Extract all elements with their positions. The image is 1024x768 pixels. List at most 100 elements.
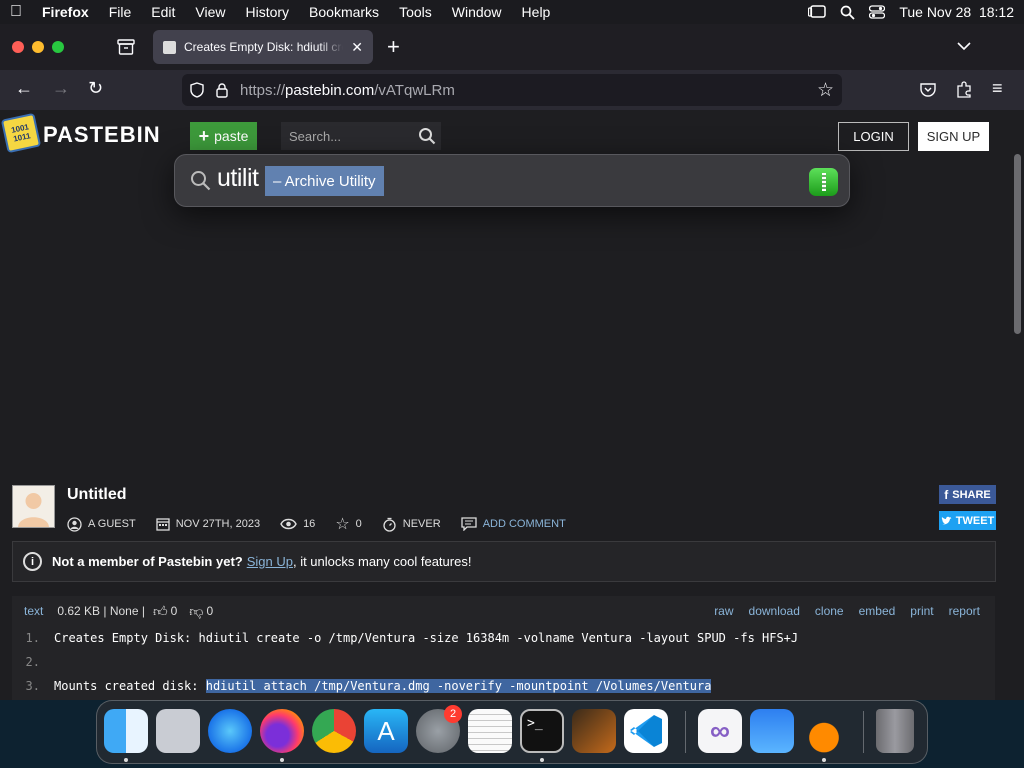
site-logo-text[interactable]: PASTEBIN (43, 122, 161, 148)
menu-bookmarks[interactable]: Bookmarks (299, 4, 389, 20)
back-icon[interactable]: ← (15, 78, 33, 99)
close-tab-icon[interactable]: ✕ (351, 39, 363, 56)
line-number: 3. (25, 679, 40, 693)
code-panel: text 0.62 KB | None | 👍︎ 0 👎︎ 0 raw down… (12, 596, 995, 700)
lock-icon[interactable] (216, 82, 228, 98)
paste-author[interactable]: A GUEST (88, 518, 136, 530)
spotlight-autocomplete: – Archive Utility (265, 166, 384, 196)
forward-icon[interactable]: → (52, 78, 70, 99)
running-indicator (822, 758, 826, 762)
archive-utility-icon[interactable] (809, 168, 838, 196)
menu-clock[interactable]: Tue Nov 28 18:12 (899, 4, 1014, 20)
syntax-format[interactable]: text (24, 604, 43, 618)
code-text: Mounts created disk: (54, 679, 206, 693)
vscode-logo-icon (630, 715, 662, 747)
facebook-icon: f (944, 487, 949, 502)
url-domain: pastebin.com (285, 81, 375, 99)
textedit-icon[interactable] (468, 709, 512, 753)
list-all-tabs-icon[interactable] (957, 41, 971, 51)
app-menu-icon[interactable]: ≡ (992, 78, 1003, 99)
spotlight-search-bar[interactable]: utilit – Archive Utility (174, 154, 850, 207)
notice-signup-link[interactable]: Sign Up (247, 554, 293, 569)
extensions-icon[interactable] (956, 81, 972, 98)
print-link[interactable]: print (910, 604, 933, 618)
spotlight-magnifier-icon (191, 171, 211, 191)
add-comment-link[interactable]: ADD COMMENT (483, 518, 566, 530)
menu-tools[interactable]: Tools (389, 4, 442, 20)
code-line[interactable]: 2. (12, 650, 995, 674)
installer-icon[interactable] (802, 709, 846, 753)
new-tab-icon[interactable]: + (387, 34, 400, 60)
menu-app-firefox[interactable]: Firefox (32, 4, 99, 20)
thumbs-up-icon[interactable]: 👍︎ (153, 603, 168, 620)
finder-icon[interactable] (104, 709, 148, 753)
tab-bar: Creates Empty Disk: hdiutil crea ✕ + (0, 24, 1024, 70)
tracking-shield-icon[interactable] (190, 82, 204, 98)
calendar-icon (156, 518, 170, 531)
tweet-label: TWEET (955, 514, 995, 527)
page-scrollbar[interactable] (1014, 154, 1021, 334)
pastebin-logo-icon[interactable]: 1001 1011 (0, 112, 42, 154)
code-line[interactable]: 1. Creates Empty Disk: hdiutil create -o… (12, 626, 995, 650)
system-settings-icon[interactable]: 2 (416, 705, 462, 753)
vscode-icon[interactable] (624, 709, 668, 753)
search-icon[interactable] (418, 127, 436, 145)
signup-button[interactable]: SIGN UP (918, 122, 989, 151)
share-facebook-button[interactable]: f SHARE (939, 485, 996, 504)
reload-icon[interactable]: ↻ (88, 78, 103, 99)
safari-icon[interactable] (208, 709, 252, 753)
download-link[interactable]: download (749, 604, 800, 618)
zipper-icon (821, 173, 826, 191)
trash-icon[interactable] (876, 709, 914, 753)
running-indicator (540, 758, 544, 762)
minimize-window-button[interactable] (32, 41, 44, 53)
app-store-icon[interactable]: A (364, 709, 408, 753)
info-icon: i (23, 552, 42, 571)
firefox-view-icon[interactable] (117, 39, 135, 55)
new-paste-button[interactable]: + paste (190, 122, 257, 150)
site-search-placeholder: Search... (289, 128, 342, 144)
zoom-window-button[interactable] (52, 41, 64, 53)
embed-link[interactable]: embed (859, 604, 896, 618)
line-number: 1. (25, 631, 40, 645)
launchpad-icon[interactable] (156, 709, 200, 753)
spotlight-search-icon[interactable] (840, 5, 855, 20)
login-button[interactable]: LOGIN (838, 122, 909, 151)
firefox-icon[interactable] (260, 709, 304, 753)
code-text: Creates Empty Disk: hdiutil create -o /t… (54, 631, 799, 645)
eye-icon (280, 518, 297, 530)
pocket-icon[interactable] (920, 82, 936, 97)
star-icon[interactable]: ☆ (335, 514, 349, 534)
weather-icon[interactable] (750, 709, 794, 753)
share-twitter-button[interactable]: TWEET (939, 511, 996, 530)
report-link[interactable]: report (949, 604, 980, 618)
logo-badge-text: 1001 1011 (10, 122, 32, 144)
spotlight-query-input[interactable]: utilit (217, 164, 259, 193)
clone-link[interactable]: clone (815, 604, 844, 618)
menu-view[interactable]: View (185, 4, 235, 20)
site-search-input[interactable]: Search... (281, 122, 441, 150)
menu-file[interactable]: File (99, 4, 142, 20)
menu-help[interactable]: Help (512, 4, 561, 20)
browser-window: Creates Empty Disk: hdiutil crea ✕ + ← →… (0, 24, 1024, 700)
stage-manager-icon[interactable] (808, 5, 827, 19)
thumbs-down-icon[interactable]: 👎︎ (189, 603, 203, 620)
bookmark-star-icon[interactable]: ☆ (817, 79, 834, 102)
close-window-button[interactable] (12, 41, 24, 53)
terminal-icon[interactable]: >_ (520, 709, 564, 753)
tab-pastebin[interactable]: Creates Empty Disk: hdiutil crea ✕ (153, 30, 373, 64)
url-bar[interactable]: https://pastebin.com/vATqwLRm ☆ (182, 74, 842, 106)
control-center-icon[interactable] (869, 5, 886, 19)
visual-studio-icon[interactable]: ∞ (698, 709, 742, 753)
signup-notice: i Not a member of Pastebin yet? Sign Up … (12, 541, 996, 582)
menu-window[interactable]: Window (442, 4, 512, 20)
garageband-icon[interactable] (572, 709, 616, 753)
raw-link[interactable]: raw (714, 604, 733, 618)
code-line[interactable]: 3. Mounts created disk: hdiutil attach /… (12, 674, 995, 698)
plus-icon: + (198, 125, 210, 146)
menu-history[interactable]: History (235, 4, 299, 20)
menu-edit[interactable]: Edit (141, 4, 185, 20)
apple-icon[interactable]:  (0, 3, 32, 21)
paste-stars: 0 (355, 518, 362, 530)
chrome-icon[interactable] (312, 709, 356, 753)
